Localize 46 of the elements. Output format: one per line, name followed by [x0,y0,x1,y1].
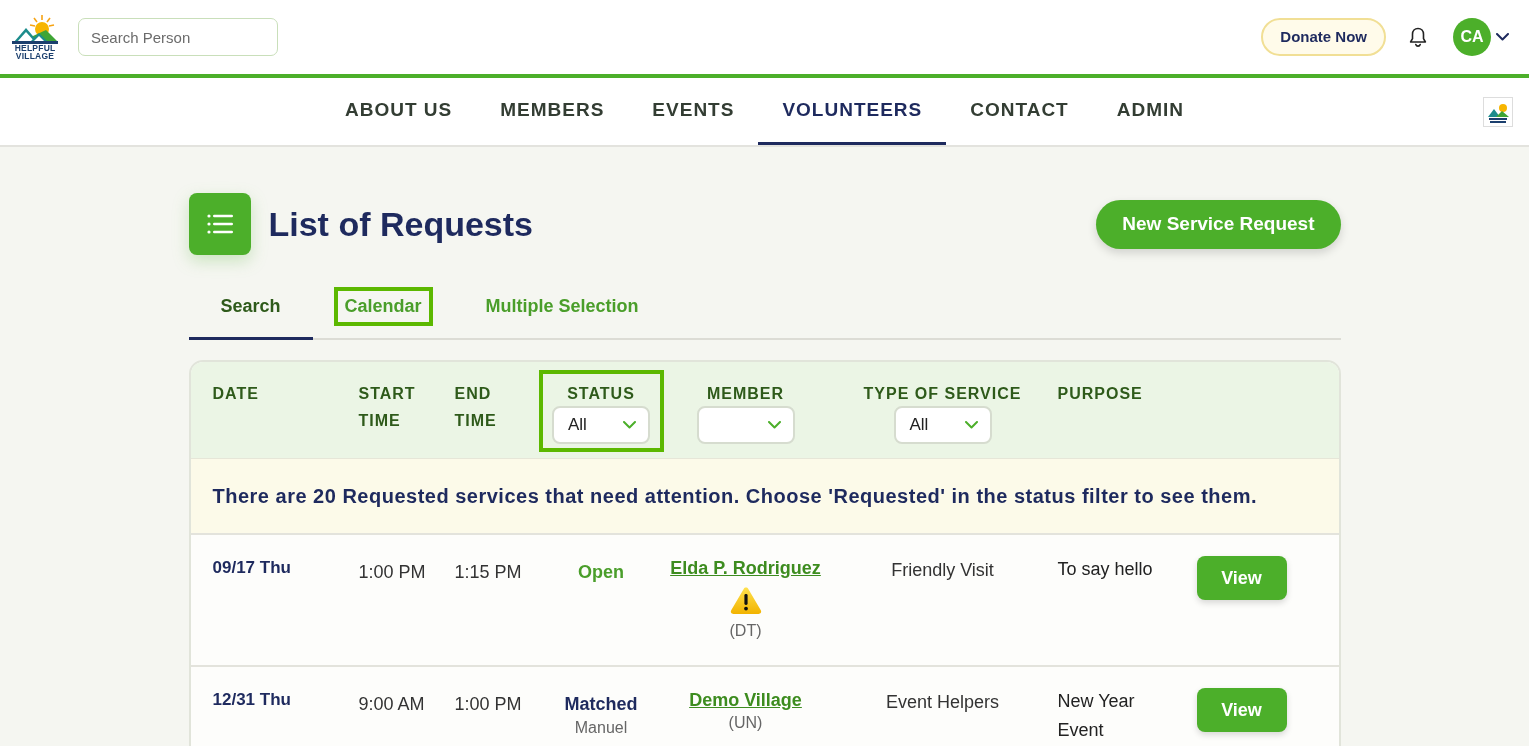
chevron-down-icon[interactable] [1496,33,1509,41]
volunteer-name: Manuel [574,718,628,738]
start-time-text: 1:00 PM [358,562,426,582]
date-text: 12/31 Thu [212,690,291,709]
column-header: PURPOSE [1057,385,1143,402]
search-field[interactable]: Search Person [78,18,278,56]
nav-link[interactable]: EVENTS [628,78,759,145]
column-header: START TIME [358,385,416,429]
filter-select[interactable]: All [552,406,650,444]
sun-over-rooftops-icon [12,13,58,44]
purpose-text: New Year Event [1057,691,1135,740]
notice-text: There are 20 Requested services that need attention. Choose 'Requested' in the status filter to see them. [212,484,1257,509]
column-header: DATE [212,385,259,402]
page-title: List of Requests [268,203,533,245]
nav-link[interactable]: CONTACT [946,78,1093,145]
chevron-down-icon [767,421,781,429]
date-text: 09/17 Thu [212,558,291,577]
service-type-text: Friendly Visit [891,560,994,580]
status-text: Matched [564,693,638,716]
column-header: STATUS [567,384,635,404]
filter-select[interactable]: All [893,406,992,444]
service-type-text: Event Helpers [885,692,1000,712]
list-icon [188,193,251,255]
start-time-text: 9:00 AM [358,694,425,714]
status-text: Open [578,561,624,584]
member-link[interactable]: Demo Village [689,688,802,712]
chevron-down-icon [623,421,636,429]
nav-link[interactable]: VOLUNTEERS [758,78,947,145]
column-header: END TIME [454,385,497,429]
end-time-text: 1:15 PM [454,562,522,582]
notification-bell-icon[interactable] [1409,26,1427,48]
member-code: (UN) [728,713,763,733]
member-link[interactable]: Elda P. Rodriguez [670,556,821,580]
column-header: MEMBER [706,384,785,404]
logo-text: HELPFUL VILLAGE [14,43,56,61]
donate-button[interactable]: Donate Now [1261,18,1386,56]
end-time-text: 1:00 PM [454,694,522,714]
nav-link[interactable]: ABOUT US [321,78,477,145]
chevron-down-icon [964,421,978,429]
nav-link[interactable]: MEMBERS [476,78,629,145]
nav-link[interactable]: ADMIN [1092,78,1208,145]
member-code: (DT) [729,621,762,641]
purpose-text: To say hello [1057,559,1153,579]
column-header: TYPE OF SERVICE [863,384,1022,404]
tab[interactable]: Search [188,283,313,340]
logo-thumbnail-icon [1483,96,1513,127]
